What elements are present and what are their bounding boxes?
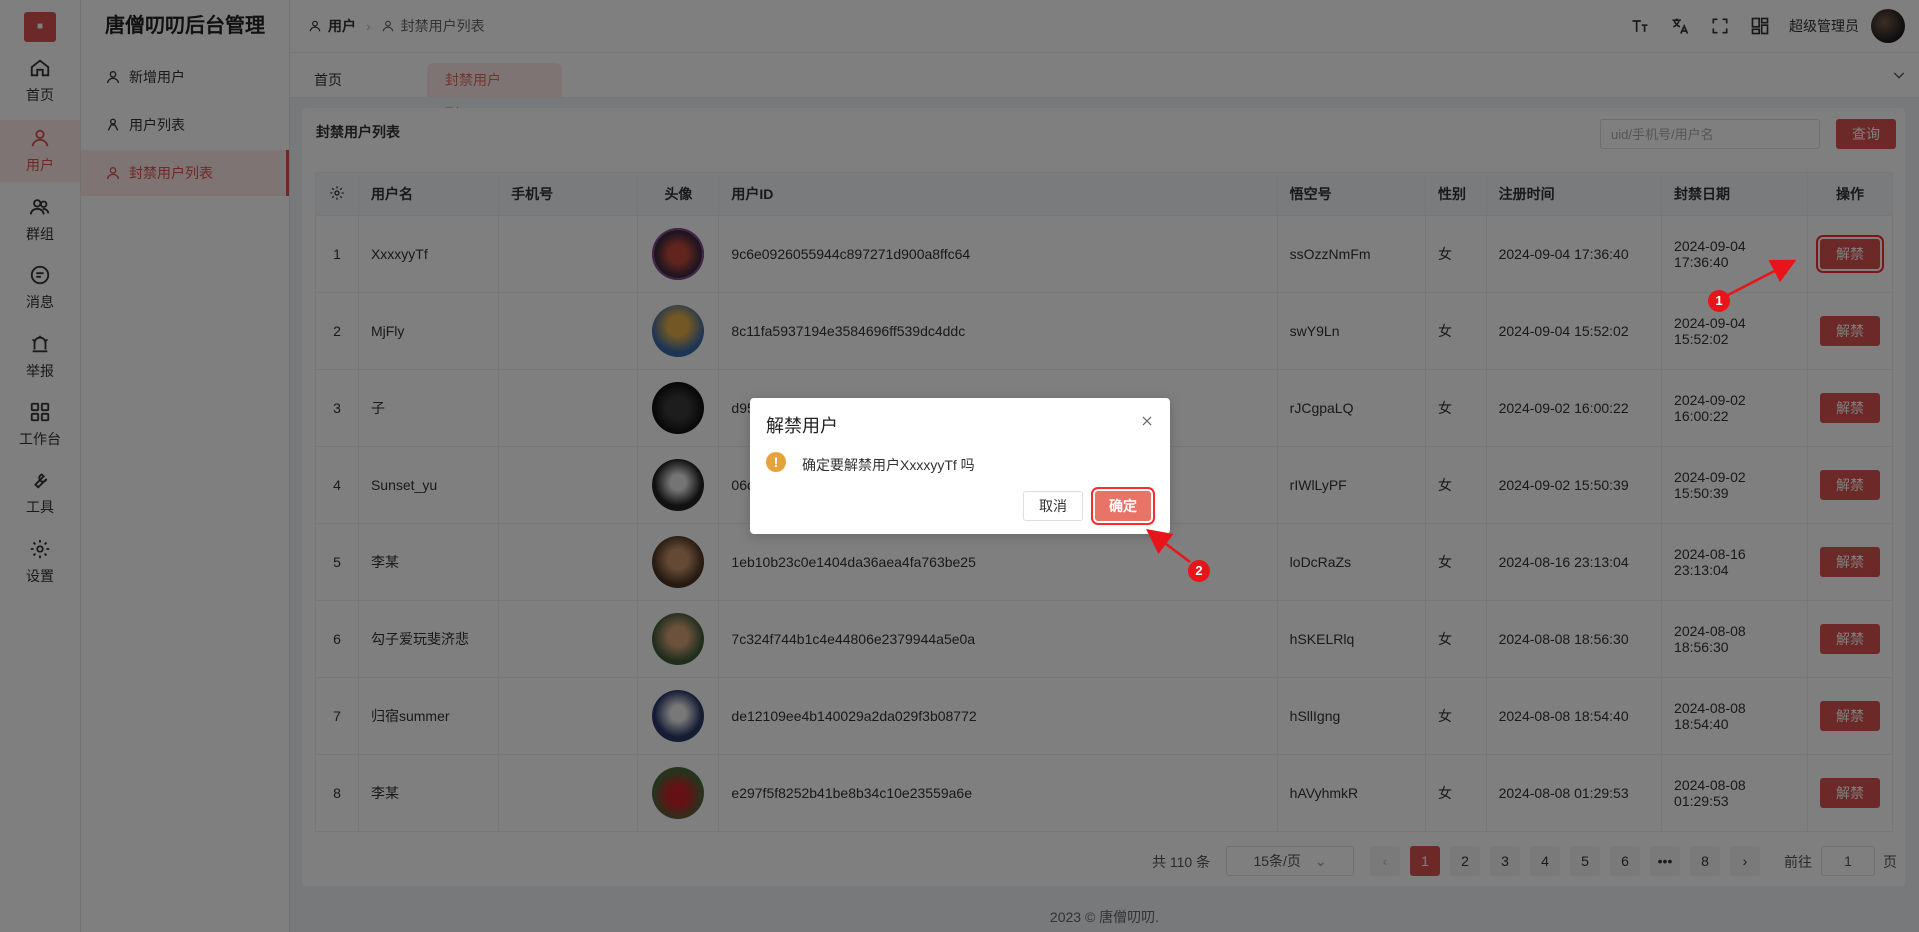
- annotation-badge-1: 1: [1708, 290, 1730, 312]
- annotation-badge-2: 2: [1188, 560, 1210, 582]
- app-root: ■ 首页 用户 群组 消息 举报 工作台 工具: [0, 0, 1919, 932]
- confirm-button[interactable]: 确定: [1091, 487, 1155, 525]
- close-icon[interactable]: [1140, 414, 1154, 428]
- unban-confirm-dialog: 解禁用户 ! 确定要解禁用户XxxxyyTf 吗 取消 确定: [750, 398, 1170, 534]
- cancel-button[interactable]: 取消: [1023, 491, 1083, 521]
- dialog-title: 解禁用户: [766, 416, 838, 436]
- warning-icon: !: [766, 452, 786, 472]
- dialog-message: 确定要解禁用户XxxxyyTf 吗: [802, 457, 975, 473]
